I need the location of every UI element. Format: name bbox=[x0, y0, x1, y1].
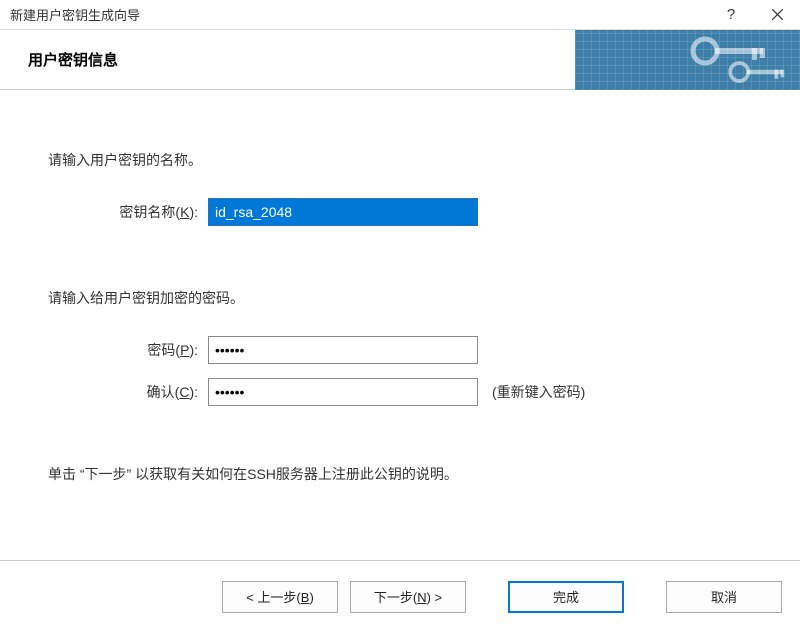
content-area: 请输入用户密钥的名称。 密钥名称(K): 请输入给用户密钥加密的密码。 密码(P… bbox=[0, 90, 800, 560]
next-button[interactable]: 下一步(N) > bbox=[350, 581, 466, 613]
footer-hint: 单击 “下一步” 以获取有关如何在SSH服务器上注册此公钥的说明。 bbox=[48, 464, 752, 484]
finish-button[interactable]: 完成 bbox=[508, 581, 624, 613]
cancel-button[interactable]: 取消 bbox=[666, 581, 782, 613]
key-name-label: 密钥名称(K): bbox=[48, 202, 208, 222]
header-banner: 用户密钥信息 bbox=[0, 30, 800, 90]
confirm-hint: (重新键入密码) bbox=[492, 382, 585, 402]
key-name-row: 密钥名称(K): bbox=[48, 198, 752, 226]
password-prompt: 请输入给用户密钥加密的密码。 bbox=[48, 288, 752, 308]
page-title: 用户密钥信息 bbox=[0, 49, 118, 70]
password-row: 密码(P): bbox=[48, 336, 752, 364]
header-decoration bbox=[575, 30, 800, 90]
back-button[interactable]: < 上一步(B) bbox=[222, 581, 338, 613]
close-icon bbox=[772, 9, 783, 20]
button-bar: < 上一步(B) 下一步(N) > 完成 取消 bbox=[0, 560, 800, 632]
confirm-input[interactable] bbox=[208, 378, 478, 406]
key-icon bbox=[728, 60, 788, 84]
window-title: 新建用户密钥生成向导 bbox=[0, 5, 708, 24]
help-button[interactable]: ? bbox=[708, 0, 754, 30]
key-name-prompt: 请输入用户密钥的名称。 bbox=[48, 150, 752, 170]
password-input[interactable] bbox=[208, 336, 478, 364]
close-button[interactable] bbox=[754, 0, 800, 30]
confirm-label: 确认(C): bbox=[48, 382, 208, 402]
key-name-input[interactable] bbox=[208, 198, 478, 226]
password-label: 密码(P): bbox=[48, 340, 208, 360]
titlebar: 新建用户密钥生成向导 ? bbox=[0, 0, 800, 30]
confirm-row: 确认(C): (重新键入密码) bbox=[48, 378, 752, 406]
